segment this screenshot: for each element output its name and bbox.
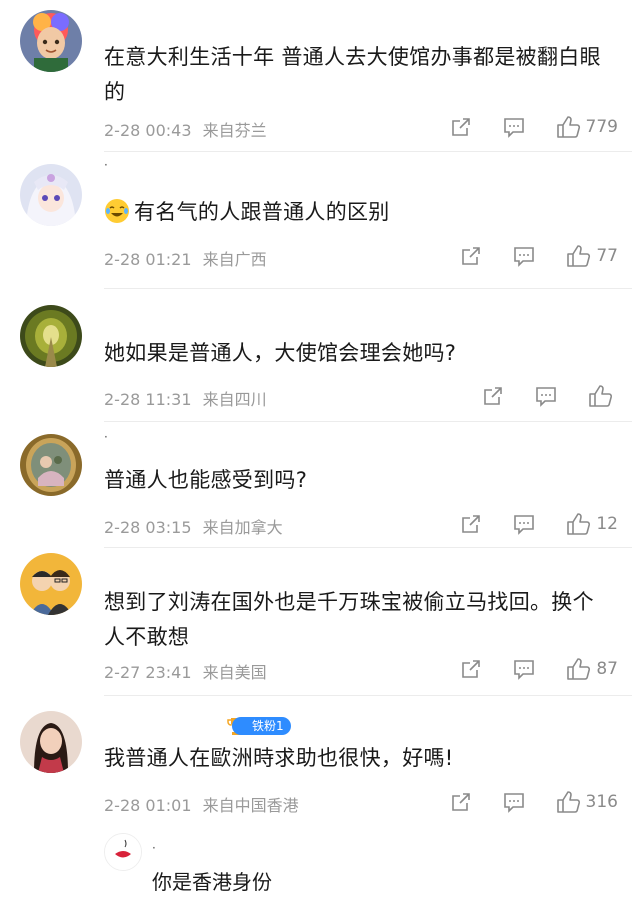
reply-text: 你是香港身份 bbox=[152, 870, 272, 894]
comment-meta: 2-27 23:41 来自美国 bbox=[104, 659, 273, 683]
boy-cartoon-avatar-icon bbox=[20, 10, 82, 72]
comment-location: 来自加拿大 bbox=[202, 518, 283, 537]
reply-avatar[interactable] bbox=[104, 833, 142, 871]
comment-meta: 2-28 01:01 来自中国香港 bbox=[104, 792, 305, 816]
comment-bubble-icon bbox=[514, 247, 535, 267]
thumbs-up-icon bbox=[567, 513, 591, 535]
like-button[interactable]: 87 bbox=[566, 657, 618, 681]
couple-cartoon-avatar-icon bbox=[20, 553, 82, 615]
comment-actions: 779 bbox=[450, 112, 618, 142]
comment-date: 2-28 01:01 bbox=[104, 796, 192, 815]
share-icon bbox=[451, 118, 470, 136]
avatar[interactable] bbox=[20, 434, 82, 496]
avatar[interactable] bbox=[20, 553, 82, 615]
comment-meta: 2-28 03:15 来自加拿大 bbox=[104, 514, 289, 538]
nickname: · bbox=[104, 160, 108, 170]
reply-button[interactable] bbox=[502, 791, 526, 813]
thumbs-up-icon bbox=[567, 658, 591, 680]
comment-date: 2-27 23:41 bbox=[104, 663, 192, 682]
reply-button[interactable] bbox=[512, 245, 536, 267]
reply-button[interactable] bbox=[534, 385, 558, 407]
nickname: · bbox=[104, 432, 108, 442]
share-icon bbox=[462, 247, 481, 265]
comment-location: 来自四川 bbox=[202, 390, 267, 409]
comment-bubble-icon bbox=[514, 660, 535, 680]
share-icon bbox=[484, 387, 502, 405]
divider bbox=[104, 151, 632, 152]
comment-text: 想到了刘涛在国外也是千万珠宝被偷立马找回。换个人不敢想 bbox=[104, 590, 594, 649]
fan-badge-label: 铁粉1 bbox=[232, 717, 291, 735]
like-button[interactable] bbox=[588, 384, 618, 408]
like-count: 12 bbox=[596, 514, 618, 534]
comment-text: 我普通人在歐洲時求助也很快，好嗎! bbox=[104, 746, 454, 770]
fan-badge[interactable]: 铁粉1 bbox=[226, 715, 291, 737]
reply-button[interactable] bbox=[512, 513, 536, 535]
comment-date: 2-28 00:43 bbox=[104, 121, 192, 140]
reply-button[interactable] bbox=[502, 116, 526, 138]
painting-avatar-icon bbox=[20, 434, 82, 496]
comment-meta: 2-28 00:43 来自芬兰 bbox=[104, 117, 273, 141]
reply-button[interactable] bbox=[512, 658, 536, 680]
comment-actions bbox=[482, 381, 618, 411]
like-count: 77 bbox=[596, 246, 618, 266]
share-button[interactable] bbox=[460, 245, 482, 267]
share-button[interactable] bbox=[460, 658, 482, 680]
comment-meta: 2-28 01:21 来自广西 bbox=[104, 246, 273, 270]
comment-actions: 87 bbox=[460, 654, 618, 684]
thumbs-up-icon bbox=[589, 385, 613, 407]
avatar[interactable] bbox=[20, 305, 82, 367]
comment-actions: 77 bbox=[460, 241, 618, 271]
comment-text-body: 有名气的人跟普通人的区别 bbox=[134, 200, 390, 224]
comment-meta: 2-28 11:31 来自四川 bbox=[104, 386, 273, 410]
like-button[interactable]: 779 bbox=[556, 115, 618, 139]
share-icon bbox=[451, 793, 470, 811]
thumbs-up-icon bbox=[556, 791, 580, 813]
like-button[interactable]: 12 bbox=[566, 512, 618, 536]
like-button[interactable]: 316 bbox=[556, 790, 618, 814]
share-button[interactable] bbox=[450, 116, 472, 138]
comment-text: 有名气的人跟普通人的区别 bbox=[104, 195, 604, 230]
divider bbox=[104, 288, 632, 289]
comment-location: 来自广西 bbox=[202, 250, 267, 269]
like-count: 316 bbox=[585, 792, 618, 812]
reply-nickname: · bbox=[152, 841, 156, 855]
comment-date: 2-28 11:31 bbox=[104, 390, 192, 409]
comment-location: 来自芬兰 bbox=[202, 121, 267, 140]
comment-text: 她如果是普通人，大使馆会理会她吗? bbox=[104, 341, 457, 365]
divider bbox=[104, 547, 632, 548]
comment-actions: 316 bbox=[450, 787, 618, 817]
comment-location: 来自中国香港 bbox=[202, 796, 299, 815]
comment-location: 来自美国 bbox=[202, 663, 267, 682]
divider bbox=[104, 695, 632, 696]
comment-bubble-icon bbox=[503, 793, 524, 813]
comment-actions: 12 bbox=[460, 509, 618, 539]
red-lips-avatar-icon bbox=[105, 834, 141, 870]
share-button[interactable] bbox=[460, 513, 482, 535]
like-count: 779 bbox=[585, 117, 618, 137]
comment-text: 普通人也能感受到吗? bbox=[104, 468, 308, 492]
comment-text: 在意大利生活十年 普通人去大使馆办事都是被翻白眼的 bbox=[104, 45, 601, 104]
comment-bubble-icon bbox=[536, 387, 556, 407]
thumbs-up-icon bbox=[556, 116, 580, 138]
like-button[interactable]: 77 bbox=[566, 244, 618, 268]
forest-tunnel-avatar-icon bbox=[20, 305, 82, 367]
anime-girl-avatar-icon bbox=[20, 164, 82, 226]
avatar[interactable] bbox=[20, 711, 82, 773]
comment-bubble-icon bbox=[503, 118, 524, 138]
share-button[interactable] bbox=[450, 791, 472, 813]
comment-bubble-icon bbox=[514, 515, 535, 535]
comment-date: 2-28 01:21 bbox=[104, 250, 192, 269]
divider bbox=[104, 421, 632, 422]
share-button[interactable] bbox=[482, 385, 504, 407]
share-icon bbox=[462, 515, 481, 533]
comment-date: 2-28 03:15 bbox=[104, 518, 192, 537]
thumbs-up-icon bbox=[567, 245, 591, 267]
share-icon bbox=[462, 660, 481, 678]
crying-laughing-emoji-icon bbox=[105, 199, 129, 223]
avatar[interactable] bbox=[20, 10, 82, 72]
avatar[interactable] bbox=[20, 164, 82, 226]
like-count: 87 bbox=[596, 659, 618, 679]
woman-photo-avatar-icon bbox=[20, 711, 82, 773]
